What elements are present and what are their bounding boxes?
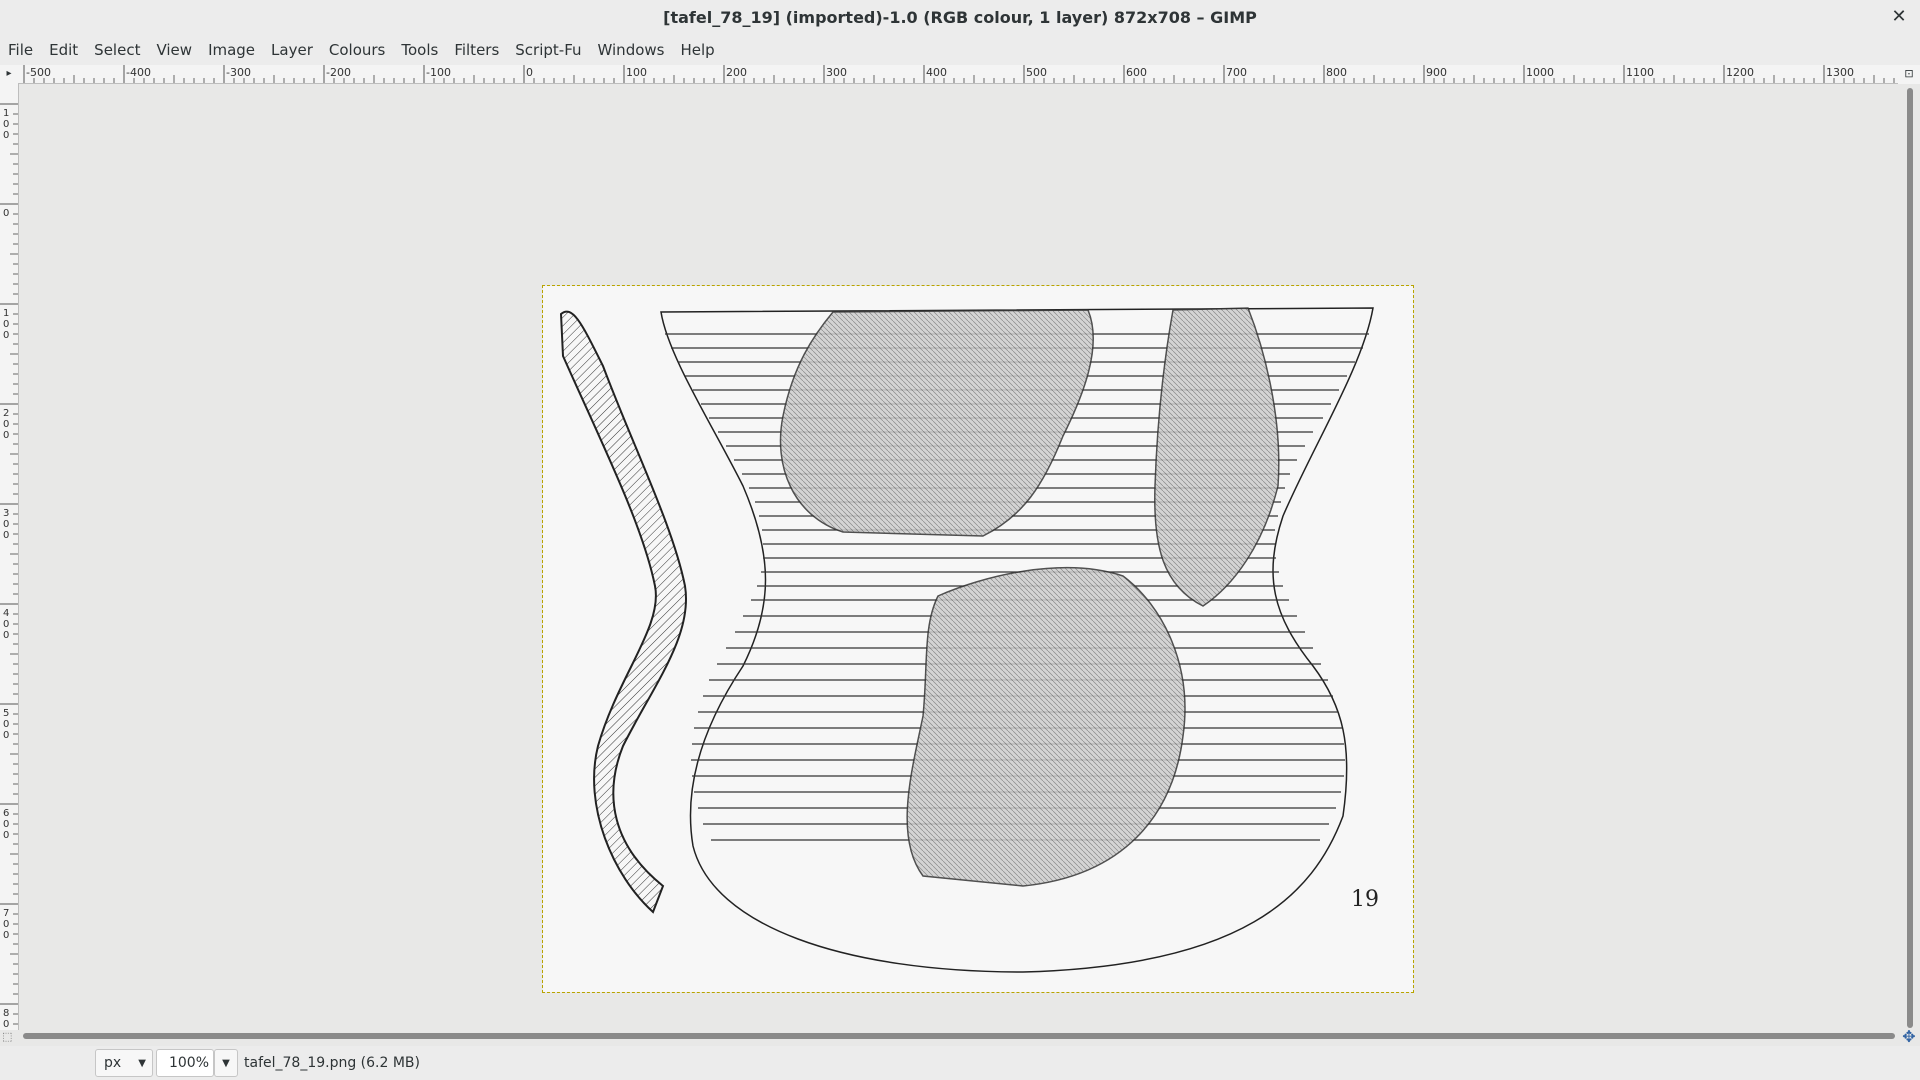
canvas-area[interactable]: 19: [19, 84, 1900, 1032]
plate-number: 19: [1351, 887, 1379, 912]
ruler-label-char: 0: [3, 330, 9, 341]
ruler-label: 1100: [1626, 66, 1654, 79]
window-title: [tafel_78_19] (imported)-1.0 (RGB colour…: [663, 8, 1257, 27]
horizontal-ruler[interactable]: -500 -400 -300 -200 -100 0 100 200 300 400 500 600 7…: [18, 65, 1898, 84]
ruler-label: 600: [1126, 66, 1147, 79]
ruler-label: -300: [226, 66, 251, 79]
ruler-label-char: 8: [3, 1008, 9, 1019]
ruler-label: -500: [26, 66, 51, 79]
ruler-label-char: 2: [3, 408, 9, 419]
ruler-label: 500: [1026, 66, 1047, 79]
ruler-label: 400: [926, 66, 947, 79]
status-bar: px ▼ 100% ▼ tafel_78_19.png (6.2 MB): [0, 1046, 1920, 1080]
ruler-label: 300: [826, 66, 847, 79]
horizontal-ruler-ticks: -500 -400 -300 -200 -100 0 100 200 300 400 500 600 7…: [23, 65, 1895, 83]
ruler-label: -100: [426, 66, 451, 79]
ruler-label-char: 0: [3, 319, 9, 330]
ruler-label: 200: [726, 66, 747, 79]
ruler-label: -200: [326, 66, 351, 79]
navigate-icon[interactable]: ✥: [1900, 1028, 1918, 1046]
zoom-dropdown-button[interactable]: ▼: [214, 1049, 238, 1077]
vertical-scrollbar[interactable]: [1900, 84, 1920, 1032]
ruler-label-char: 0: [3, 930, 9, 941]
menu-file[interactable]: File: [0, 41, 41, 59]
menu-windows[interactable]: Windows: [590, 41, 673, 59]
zoom-fit-icon[interactable]: ⊡: [1898, 65, 1920, 84]
ruler-label-char: 0: [3, 119, 9, 130]
vertical-scrollbar-thumb[interactable]: [1907, 88, 1913, 1028]
menu-help[interactable]: Help: [672, 41, 722, 59]
ruler-label-char: 0: [3, 208, 9, 219]
menu-view[interactable]: View: [148, 41, 200, 59]
ruler-label: 0: [526, 66, 533, 79]
ruler-label: 900: [1426, 66, 1447, 79]
menu-colours[interactable]: Colours: [321, 41, 393, 59]
zoom-value: 100%: [168, 1055, 209, 1071]
image-canvas[interactable]: 19: [542, 285, 1414, 993]
ruler-label-char: 7: [3, 908, 9, 919]
ruler-label-char: 5: [3, 708, 9, 719]
status-file-info: tafel_78_19.png (6.2 MB): [244, 1055, 420, 1071]
ruler-label-char: 6: [3, 808, 9, 819]
menu-layer[interactable]: Layer: [263, 41, 321, 59]
menu-tools[interactable]: Tools: [393, 41, 446, 59]
unit-selector[interactable]: px ▼: [95, 1049, 153, 1077]
ruler-label-char: 0: [3, 519, 9, 530]
chevron-down-icon: ▼: [222, 1057, 230, 1069]
ruler-label-char: 0: [3, 130, 9, 141]
horizontal-scrollbar[interactable]: [19, 1030, 1900, 1042]
ruler-label: 100: [626, 66, 647, 79]
menu-select[interactable]: Select: [86, 41, 148, 59]
ruler-label-char: 0: [3, 619, 9, 630]
ruler-label-char: 0: [3, 719, 9, 730]
ruler-label: 800: [1326, 66, 1347, 79]
ruler-corner-button[interactable]: ▸: [0, 65, 19, 85]
ruler-label: 1000: [1526, 66, 1554, 79]
menu-bar: File Edit Select View Image Layer Colour…: [0, 35, 1920, 65]
menu-edit[interactable]: Edit: [41, 41, 86, 59]
ruler-label-char: 0: [3, 830, 9, 841]
ruler-label-char: 0: [3, 819, 9, 830]
menu-script-fu[interactable]: Script-Fu: [507, 41, 589, 59]
title-bar: [tafel_78_19] (imported)-1.0 (RGB colour…: [0, 0, 1920, 36]
ruler-label-char: 0: [3, 1019, 9, 1030]
unit-value: px: [104, 1055, 122, 1071]
ruler-label: 1200: [1726, 66, 1754, 79]
ruler-label-char: 0: [3, 530, 9, 541]
quick-mask-icon[interactable]: ⬚: [2, 1030, 16, 1044]
ruler-label: 700: [1226, 66, 1247, 79]
ruler-label-char: 0: [3, 730, 9, 741]
ruler-label-char: 3: [3, 508, 9, 519]
pottery-drawing: 19: [559, 307, 1379, 973]
ruler-label-char: 1: [3, 108, 9, 119]
menu-filters[interactable]: Filters: [446, 41, 507, 59]
ruler-label-char: 0: [3, 430, 9, 441]
zoom-input[interactable]: 100%: [156, 1049, 214, 1077]
ruler-label-char: 0: [3, 630, 9, 641]
close-icon[interactable]: ✕: [1888, 6, 1910, 28]
ruler-label-char: 4: [3, 608, 9, 619]
ruler-label-char: 0: [3, 919, 9, 930]
menu-image[interactable]: Image: [200, 41, 263, 59]
vertical-ruler-ticks: 1000100200300400500600700800: [0, 103, 18, 1041]
ruler-label-char: 1: [3, 308, 9, 319]
ruler-label-char: 0: [3, 419, 9, 430]
chevron-down-icon: ▼: [138, 1057, 146, 1069]
vertical-ruler[interactable]: 1000100200300400500600700800: [0, 84, 19, 1041]
horizontal-scrollbar-thumb[interactable]: [23, 1033, 1895, 1039]
ruler-label: -400: [126, 66, 151, 79]
ruler-label: 1300: [1826, 66, 1854, 79]
